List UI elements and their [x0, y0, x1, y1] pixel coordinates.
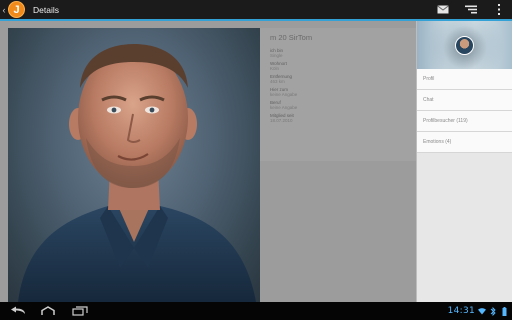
- filter-icon: [465, 5, 477, 14]
- profile-info-panel: m 20 SirTom ich bin Single Wohnort Köln …: [260, 28, 416, 161]
- field-value: keine Angabe: [270, 92, 298, 97]
- field-value: 18.07.2010: [270, 118, 293, 123]
- home-icon: [41, 306, 55, 315]
- recent-apps-button[interactable]: [70, 305, 90, 317]
- field-value: Köln: [270, 66, 280, 71]
- field-member-since: Mitglied seit 18.07.2010: [270, 113, 416, 123]
- profile-name: m 20 SirTom: [270, 33, 313, 42]
- up-caret-icon[interactable]: ‹: [1, 0, 7, 20]
- bluetooth-icon: [489, 306, 497, 316]
- side-menu-item-profil[interactable]: Profil: [417, 69, 512, 90]
- wifi-icon: [478, 307, 486, 315]
- profile-photo-portrait: [18, 44, 256, 302]
- field-value: Single: [270, 53, 283, 58]
- avatar[interactable]: [455, 36, 474, 55]
- mail-icon: [437, 5, 449, 14]
- screen-title: Details: [33, 4, 59, 15]
- battery-icon: [500, 306, 508, 316]
- message-button[interactable]: [430, 0, 456, 19]
- back-icon: [11, 306, 25, 314]
- clock: 14:31: [447, 306, 475, 316]
- action-bar-actions: [428, 0, 512, 19]
- field-value: keine Angabe: [270, 105, 298, 110]
- side-menu-item-emotions[interactable]: Emotions (4): [417, 132, 512, 153]
- back-button[interactable]: [8, 305, 28, 317]
- app-icon-letter: J: [13, 3, 20, 16]
- profile-photo[interactable]: [8, 28, 260, 302]
- field-distance: Entfernung 463 km: [270, 74, 416, 84]
- recent-apps-icon: [72, 306, 88, 316]
- side-menu-item-chat[interactable]: Chat: [417, 90, 512, 111]
- app-icon[interactable]: J: [8, 1, 25, 18]
- overflow-menu-button[interactable]: [486, 0, 512, 19]
- field-status: ich bin Single: [270, 48, 416, 58]
- side-menu-item-visitors[interactable]: Profilbesucher (119): [417, 111, 512, 132]
- action-bar: ‹ J Details: [0, 0, 512, 21]
- field-residence: Wohnort Köln: [270, 61, 416, 71]
- field-occupation: Beruf keine Angabe: [270, 100, 416, 110]
- overflow-menu-icon: [498, 4, 500, 15]
- side-menu: Profil Chat Profilbesucher (119) Emotion…: [417, 69, 512, 153]
- system-navigation-bar: 14:31: [0, 302, 512, 320]
- side-header-photo: [417, 21, 512, 69]
- status-area[interactable]: 14:31: [448, 304, 508, 318]
- field-value: 463 km: [270, 79, 285, 84]
- field-here-for: Hier zum keine Angabe: [270, 87, 416, 97]
- profile-details-area: m 20 SirTom ich bin Single Wohnort Köln …: [0, 21, 416, 302]
- home-button[interactable]: [38, 305, 58, 317]
- side-panel: Profil Chat Profilbesucher (119) Emotion…: [416, 21, 512, 302]
- filter-button[interactable]: [458, 0, 484, 19]
